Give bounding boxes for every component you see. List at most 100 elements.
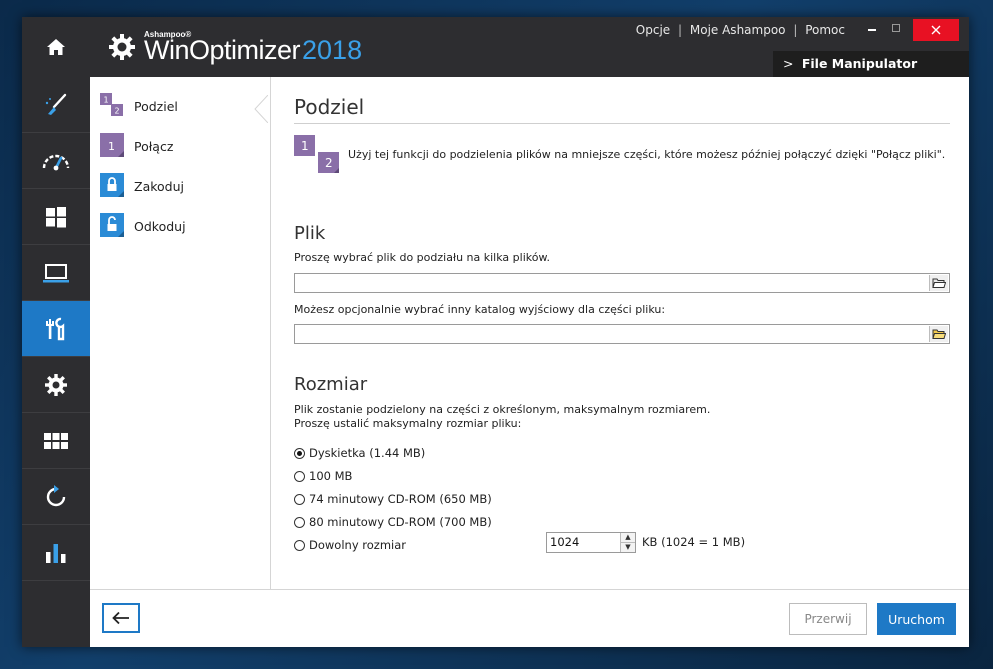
subnav-item-encode[interactable]: Zakoduj [100, 173, 184, 199]
sidebar-item-windows[interactable] [22, 189, 90, 245]
subnav: 1 2 Podziel 1 Połącz Zakoduj Odkoduj [90, 77, 271, 589]
main-sidebar [22, 77, 90, 647]
breadcrumb: > File Manipulator [773, 51, 969, 77]
file-label: Proszę wybrać plik do podziału na kilka … [294, 251, 550, 264]
sidebar-item-modules[interactable] [22, 413, 90, 469]
file-section-heading: Plik [294, 223, 326, 244]
app-window: Ashampoo® WinOptimizer 2018 Opcje | Moje… [22, 17, 969, 647]
menu-options[interactable]: Opcje [636, 23, 670, 37]
page-title: Podziel [294, 95, 365, 119]
title-bar: Ashampoo® WinOptimizer 2018 Opcje | Moje… [22, 17, 969, 77]
radio-label: Dyskietka (1.44 MB) [309, 446, 426, 460]
file-input[interactable] [294, 273, 950, 293]
subnav-item-split[interactable]: 1 2 Podziel [100, 93, 178, 119]
tools-icon [46, 317, 65, 340]
run-button[interactable]: Uruchom [877, 603, 956, 635]
radio-button[interactable] [294, 470, 305, 482]
radio-button[interactable] [294, 493, 305, 505]
sidebar-item-backup[interactable] [22, 469, 90, 525]
radio-button[interactable] [294, 539, 305, 551]
radio-cd80[interactable]: 80 minutowy CD-ROM (700 MB) [294, 513, 492, 531]
svg-text:1: 1 [104, 96, 109, 105]
home-icon [47, 39, 65, 55]
footer-bar: Przerwij Uruchom [90, 589, 969, 647]
restore-icon [46, 484, 66, 506]
maximize-button[interactable] [885, 17, 907, 39]
main-content: Podziel 1 2 Użyj tej funkcji do podziele… [294, 77, 950, 589]
subnav-label: Podziel [134, 98, 178, 114]
subnav-item-merge[interactable]: 1 Połącz [100, 133, 173, 159]
home-button[interactable] [22, 17, 90, 77]
sidebar-item-system[interactable] [22, 245, 90, 301]
custom-size-stepper[interactable]: 1024 ▲ ▼ [546, 532, 636, 553]
intro-text: Użyj tej funkcji do podzielenia plików n… [348, 148, 946, 161]
sidebar-item-performance[interactable] [22, 133, 90, 189]
active-subnav-notch [254, 95, 268, 123]
custom-size-value: 1024 [550, 535, 580, 549]
subnav-label: Połącz [134, 138, 174, 154]
sidebar-item-settings[interactable] [22, 357, 90, 413]
output-dir-input[interactable] [294, 324, 950, 344]
radio-floppy[interactable]: Dyskietka (1.44 MB) [294, 444, 425, 462]
browse-dir-button[interactable] [929, 326, 948, 342]
brand-small: Ashampoo® [144, 30, 192, 39]
radio-100mb[interactable]: 100 MB [294, 467, 352, 485]
breadcrumb-chevron: > [783, 56, 794, 71]
app-logo: Ashampoo® WinOptimizer 2018 [108, 27, 362, 67]
laptop-icon [43, 263, 69, 282]
menu-separator: | [678, 23, 683, 37]
merge-icon: 1 [100, 133, 126, 159]
minimize-icon [868, 29, 876, 31]
windows-icon [46, 206, 66, 227]
logo-gear-icon [109, 34, 135, 60]
sidebar-item-cleaner[interactable] [22, 77, 90, 133]
speedometer-icon [42, 154, 70, 170]
menu-help[interactable]: Pomoc [805, 23, 845, 37]
radio-label: Dowolny rozmiar [309, 538, 406, 552]
browse-file-button[interactable] [929, 275, 948, 291]
unlock-icon [100, 213, 126, 239]
gear-icon [45, 373, 67, 396]
radio-button[interactable] [294, 447, 305, 459]
radio-custom[interactable]: Dowolny rozmiar [294, 536, 406, 554]
radio-label: 100 MB [309, 469, 353, 483]
svg-text:1: 1 [108, 140, 115, 153]
sidebar-item-statistics[interactable] [22, 525, 90, 581]
svg-text:2: 2 [115, 107, 120, 116]
subnav-label: Zakoduj [134, 178, 184, 194]
split-large-icon: 1 2 [294, 135, 339, 173]
close-icon [931, 25, 941, 35]
radio-cd74[interactable]: 74 minutowy CD-ROM (650 MB) [294, 490, 492, 508]
menu-my-ashampoo[interactable]: Moje Ashampoo [690, 23, 786, 37]
size-desc-line2: Proszę ustalić maksymalny rozmiar pliku: [294, 417, 522, 430]
svg-text:1: 1 [301, 139, 309, 153]
radio-label: 80 minutowy CD-ROM (700 MB) [309, 515, 492, 529]
minimize-button[interactable] [861, 17, 883, 39]
sidebar-item-tools[interactable] [22, 301, 90, 357]
stats-icon [46, 543, 66, 563]
folder-icon [932, 329, 946, 339]
subnav-label: Odkoduj [134, 218, 186, 234]
breadcrumb-label: File Manipulator [801, 56, 918, 71]
radio-label: 74 minutowy CD-ROM (650 MB) [309, 492, 492, 506]
split-icon: 1 2 [100, 93, 126, 119]
stepper-up-icon[interactable]: ▲ [621, 533, 635, 543]
lock-icon [100, 173, 126, 199]
open-folder-icon [932, 278, 946, 288]
cancel-button[interactable]: Przerwij [789, 603, 867, 635]
size-unit-label: KB (1024 = 1 MB) [642, 535, 746, 549]
subnav-item-decode[interactable]: Odkoduj [100, 213, 186, 239]
svg-text:2: 2 [325, 156, 333, 170]
top-menu: Opcje | Moje Ashampoo | Pomoc [636, 23, 845, 37]
radio-button[interactable] [294, 516, 305, 528]
maximize-icon [892, 24, 900, 32]
title-divider [294, 123, 950, 124]
grid-icon [44, 432, 68, 449]
back-button[interactable] [102, 603, 140, 633]
arrow-left-icon [112, 611, 129, 625]
close-button[interactable] [913, 19, 959, 41]
size-desc-line1: Plik zostanie podzielony na części z okr… [294, 403, 711, 416]
broom-icon [45, 93, 67, 115]
menu-separator: | [793, 23, 798, 37]
stepper-down-icon[interactable]: ▼ [621, 543, 635, 552]
